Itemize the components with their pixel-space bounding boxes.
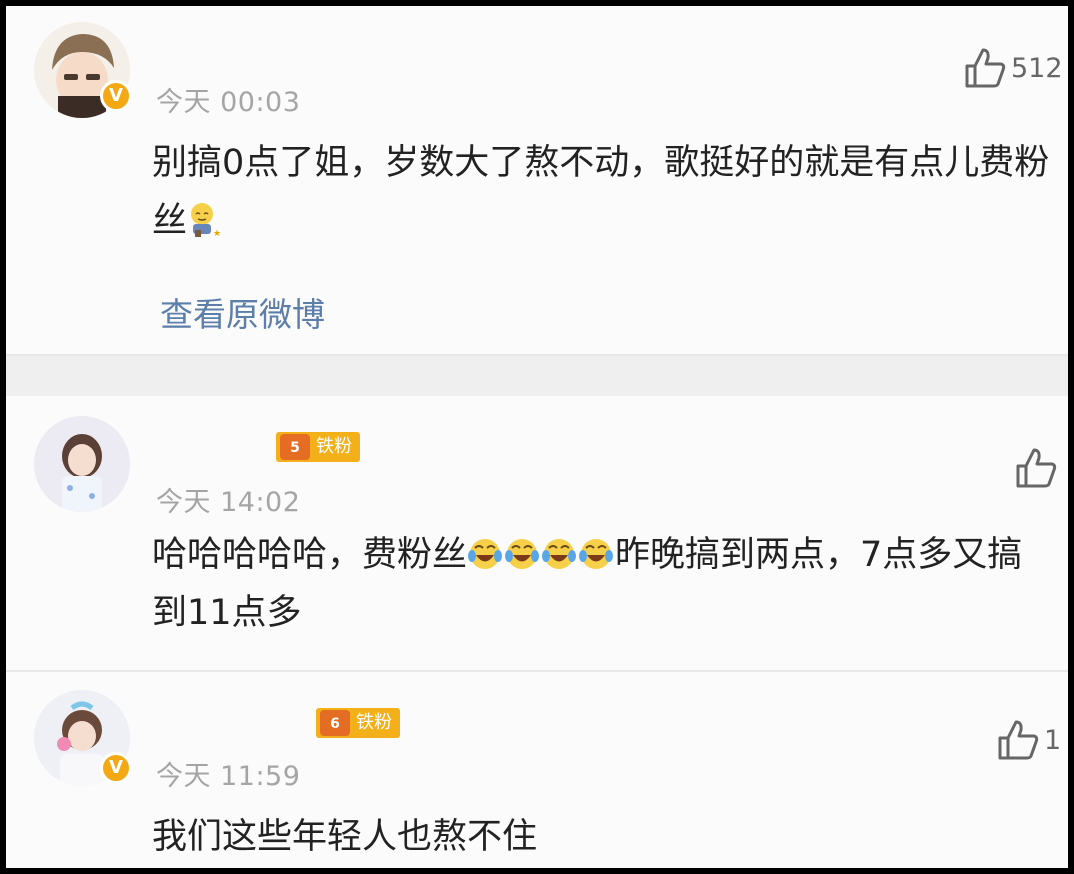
comment-time: 今天 11:59 [156,761,301,792]
fan-badge: 5 铁粉 [276,432,360,462]
section-gap [6,356,1068,396]
comment-text: 别搞0点了姐，岁数大了熬不动，歌挺好的就是有点儿费粉丝 ★ [152,134,1052,250]
laugh-cry-emoji [468,539,503,569]
comment-text-main: 别搞0点了姐，岁数大了熬不动，歌挺好的就是有点儿费粉丝 [152,143,1050,241]
comment-text: 哈哈哈哈哈，费粉丝 昨晚搞到两点，7点多又搞到11点多 [152,526,1052,642]
thumbs-up-icon [998,720,1039,760]
view-original-weibo-link[interactable]: 查看原微博 [160,288,325,336]
comment-list: V 今天 00:03 512 别搞0点了姐，岁数大了熬不动，歌挺好的就是有点儿费… [6,6,1068,868]
like-button[interactable]: 1 [996,718,1061,762]
comment-item: V 今天 00:03 512 别搞0点了姐，岁数大了熬不动，歌挺好的就是有点儿费… [6,6,1068,354]
fan-badge: 6 铁粉 [316,708,400,738]
comment-item: V 6 铁粉 今天 11:59 1 我们这些年轻人也熬不住 [6,672,1068,868]
verified-badge: V [100,752,132,784]
fan-badge-label: 铁粉 [356,712,392,733]
fan-badge-label: 铁粉 [316,436,352,457]
comment-item: 5 铁粉 今天 14:02 哈哈哈哈哈，费粉丝 昨晚搞到两点，7点多又搞到11点… [6,396,1068,670]
comment-time: 今天 14:02 [156,487,301,518]
laugh-cry-emoji [542,539,577,569]
thumbs-up-icon [965,48,1006,88]
like-count: 1 [1044,724,1062,756]
laugh-cry-emoji [579,539,614,569]
laugh-cry-emoji-group [468,539,614,569]
avatar-image [34,416,130,512]
comment-time: 今天 00:03 [156,87,301,118]
thumbs-up-icon [1016,448,1057,488]
fan-level-icon: 6 [320,710,350,736]
comment-text-before: 哈哈哈哈哈，费粉丝 [152,535,468,575]
comment-text: 我们这些年轻人也熬不住 [152,817,538,857]
fan-level-icon: 5 [280,434,310,460]
verified-badge: V [100,80,132,112]
like-button[interactable] [1014,446,1058,490]
svg-text:★: ★ [213,229,221,238]
like-count: 512 [1011,52,1063,84]
laugh-cry-emoji [505,539,540,569]
like-button[interactable]: 512 [963,46,1063,90]
avatar[interactable] [34,416,130,512]
sweat-smile-emoji: ★ [191,203,221,238]
